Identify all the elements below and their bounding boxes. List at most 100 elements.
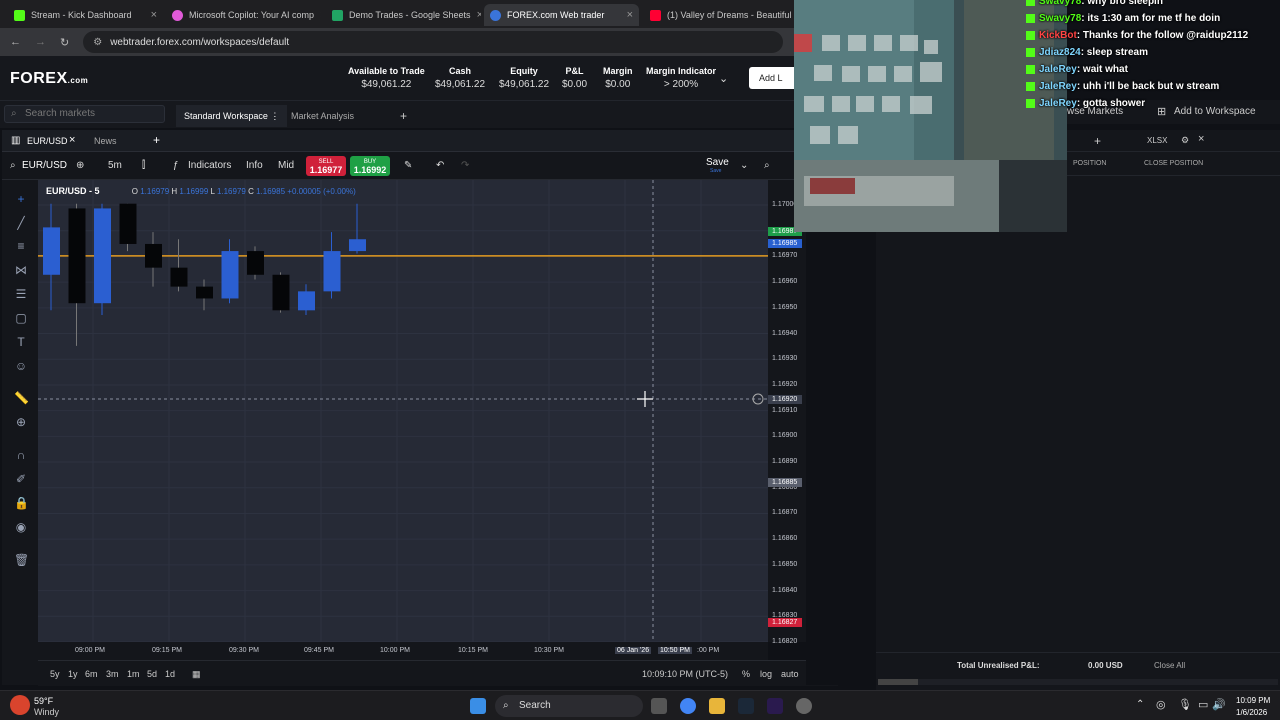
range-1m[interactable]: 1m	[127, 669, 140, 679]
range-1y[interactable]: 1y	[68, 669, 78, 679]
browser-tab-copilot[interactable]: Microsoft Copilot: Your AI comp ×	[166, 4, 321, 26]
file-explorer-icon[interactable]	[709, 698, 725, 714]
tab-eurusd[interactable]: EUR/USD	[27, 136, 68, 146]
tab-market-analysis[interactable]: Market Analysis	[283, 105, 362, 127]
browser-tab-kick[interactable]: Stream - Kick Dashboard ×	[8, 4, 163, 26]
chrome-icon[interactable]	[680, 698, 696, 714]
weather-desc[interactable]: Windy	[34, 707, 59, 717]
close-icon[interactable]: ×	[477, 9, 481, 21]
shape-icon[interactable]: ▢	[14, 311, 28, 325]
emoji-icon[interactable]: ☺	[14, 359, 28, 373]
weather-temp[interactable]: 59°F	[34, 696, 53, 706]
microphone-icon[interactable]: 🎙	[1178, 698, 1192, 711]
text-icon[interactable]: T	[14, 335, 28, 349]
premiere-icon[interactable]	[767, 698, 783, 714]
tab-standard-workspace[interactable]: Standard Workspace ⋮	[176, 105, 288, 127]
scroll-thumb[interactable]	[878, 679, 918, 685]
buy-button[interactable]: BUY 1.16992	[350, 156, 390, 176]
task-view-icon[interactable]	[651, 698, 667, 714]
taskbar-search[interactable]: ⌕ Search	[495, 695, 643, 717]
auto-toggle[interactable]: auto	[781, 669, 799, 679]
zoom-in-icon[interactable]: ⊕	[14, 415, 28, 429]
ruler-icon[interactable]: 📏	[14, 391, 29, 405]
redo-icon[interactable]: ↷	[461, 160, 469, 171]
col-position[interactable]: POSITION	[1073, 160, 1106, 167]
magnet-icon[interactable]: ∩	[14, 448, 28, 462]
compare-icon[interactable]: ⊕	[76, 160, 84, 171]
crosshair-icon[interactable]: +	[14, 192, 28, 206]
chevron-down-icon[interactable]: ⌄	[740, 160, 748, 171]
close-icon[interactable]: ×	[69, 134, 75, 146]
time-axis[interactable]: 09:00 PM 09:15 PM 09:30 PM 09:45 PM 10:00 PM…	[38, 642, 768, 660]
horizontal-scrollbar[interactable]	[878, 679, 1278, 685]
trendline-icon[interactable]: ╱	[14, 216, 28, 230]
range-6m[interactable]: 6m	[85, 669, 98, 679]
tab-news[interactable]: News	[94, 136, 117, 146]
candle-type-icon[interactable]: ⫿	[142, 160, 145, 171]
volume-icon[interactable]: 🔊	[1212, 698, 1226, 711]
add-button[interactable]: Add L	[749, 67, 797, 89]
windows-start-icon[interactable]	[470, 698, 486, 714]
fib-icon[interactable]: ☰	[14, 287, 28, 301]
add-tab-icon[interactable]: +	[392, 105, 415, 127]
log-toggle[interactable]: log	[760, 669, 772, 679]
range-1d[interactable]: 1d	[165, 669, 175, 679]
browser-tab-youtube[interactable]: (1) Valley of Dreams - Beautiful	[644, 4, 794, 26]
price-axis[interactable]: 1.170001.169801.169701.169601.169501.169…	[768, 180, 806, 645]
close-icon[interactable]: ×	[320, 9, 321, 21]
lock-icon[interactable]: 🔒	[14, 496, 29, 510]
price-chart[interactable]	[38, 180, 768, 642]
chevron-down-icon[interactable]: ⌄	[719, 72, 728, 85]
obs-icon[interactable]	[796, 698, 812, 714]
close-icon[interactable]: ×	[1198, 133, 1204, 145]
kebab-icon[interactable]: ⋮	[270, 111, 279, 121]
browser-tab-forex[interactable]: FOREX.com Web trader ×	[484, 4, 639, 26]
tray-app-icon[interactable]: ◎	[1156, 698, 1166, 711]
lines-icon[interactable]: ≡	[14, 239, 28, 253]
zoom-icon[interactable]: ⌕	[764, 160, 770, 171]
pattern-icon[interactable]: ⋈	[14, 263, 28, 277]
browser-tab-sheets[interactable]: Demo Trades - Google Sheets ×	[326, 4, 481, 26]
xlsx-button[interactable]: XLSX	[1147, 136, 1167, 145]
close-all-button[interactable]: Close All	[1154, 661, 1185, 670]
calendar-icon[interactable]: ▦	[192, 669, 201, 680]
col-close-position[interactable]: CLOSE POSITION	[1144, 160, 1203, 167]
settings-icon[interactable]: ⚙	[1181, 135, 1189, 146]
url-field[interactable]: ⚙ webtrader.forex.com/workspaces/default	[83, 31, 784, 53]
reload-icon[interactable]: ↻	[60, 36, 69, 49]
add-panel-icon[interactable]: +	[153, 133, 160, 147]
clock-date[interactable]: 1/6/2026	[1236, 708, 1267, 717]
draw-order-icon[interactable]: ✎	[404, 160, 412, 171]
clock[interactable]: 10:09:10 PM (UTC-5)	[642, 669, 728, 679]
chevron-up-icon[interactable]: ⌃	[1136, 699, 1144, 710]
total-unrealised-value: 0.00 USD	[1088, 661, 1123, 670]
close-icon[interactable]: ×	[151, 9, 157, 21]
trash-icon[interactable]: 🗑	[14, 553, 29, 567]
site-info-icon[interactable]: ⚙	[93, 37, 102, 48]
account-margin-indicator[interactable]: Margin Indicator > 200%	[646, 66, 716, 90]
eye-icon[interactable]: ◉	[14, 520, 28, 534]
range-3m[interactable]: 3m	[106, 669, 119, 679]
save-button[interactable]: Save	[706, 157, 729, 168]
search-markets-input[interactable]: ⌕ Search markets	[4, 105, 165, 123]
percent-toggle[interactable]: %	[742, 669, 750, 679]
sell-button[interactable]: SELL 1.16977	[306, 156, 346, 176]
range-5y[interactable]: 5y	[50, 669, 60, 679]
clock-time[interactable]: 10:09 PM	[1236, 696, 1270, 705]
indicators-button[interactable]: Indicators	[188, 160, 231, 171]
interval-selector[interactable]: 5m	[108, 160, 122, 171]
forex-logo[interactable]: FOREX.com	[10, 70, 88, 88]
forward-icon[interactable]: →	[35, 36, 46, 48]
back-icon[interactable]: ←	[10, 36, 21, 48]
weather-icon[interactable]	[10, 695, 30, 715]
steam-icon[interactable]	[738, 698, 754, 714]
add-icon[interactable]: +	[1094, 134, 1101, 148]
pencil-lock-icon[interactable]: ✐	[14, 472, 28, 486]
range-5d[interactable]: 5d	[147, 669, 157, 679]
close-icon[interactable]: ×	[627, 9, 633, 21]
undo-icon[interactable]: ↶	[436, 160, 444, 171]
network-icon[interactable]: ▭	[1198, 698, 1208, 711]
mid-button[interactable]: Mid	[278, 160, 294, 171]
symbol-selector[interactable]: EUR/USD	[22, 160, 67, 171]
info-button[interactable]: Info	[246, 160, 263, 171]
